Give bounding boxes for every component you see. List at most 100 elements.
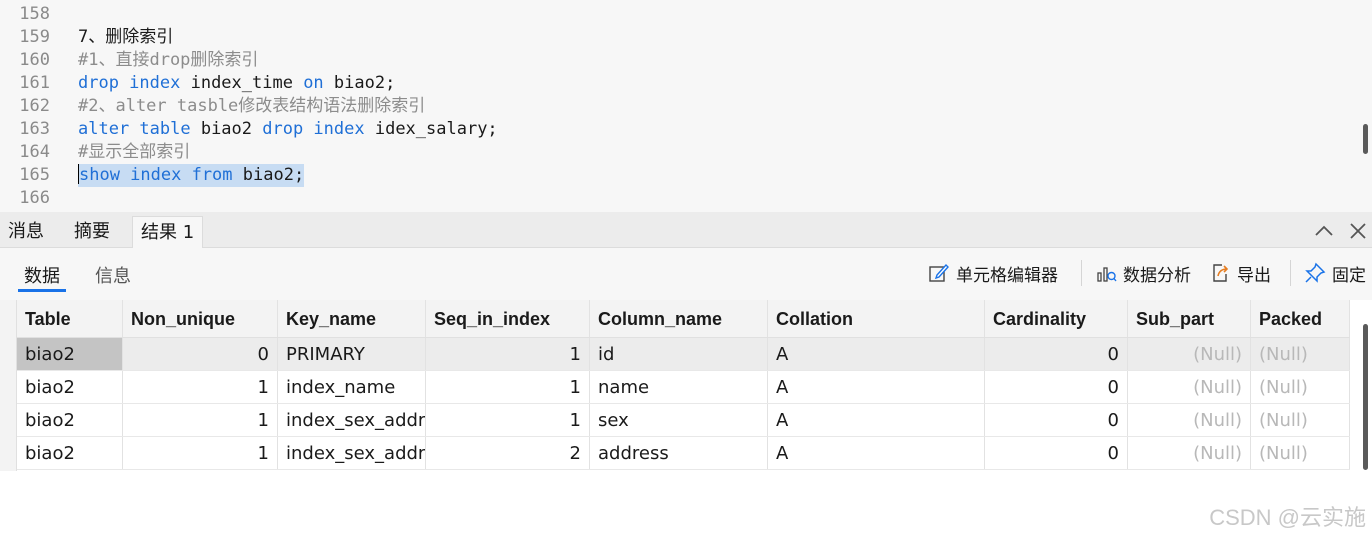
export-icon: [1213, 264, 1229, 282]
code-line[interactable]: 166: [0, 187, 1350, 210]
sql-text: biao2;: [232, 165, 305, 185]
cell-seq-in-index[interactable]: 1: [426, 371, 590, 403]
cell-packed[interactable]: (Null): [1251, 338, 1350, 370]
cell-column-name[interactable]: sex: [590, 404, 768, 436]
line-number: 163: [19, 119, 50, 139]
row-header-gutter: [0, 300, 17, 471]
line-number: 158: [19, 4, 50, 24]
data-analysis-button[interactable]: 数据分析: [1095, 260, 1191, 286]
analysis-chart-icon: [1097, 267, 1117, 282]
cell-non-unique[interactable]: 1: [123, 404, 278, 436]
column-header-column-name[interactable]: Column_name: [590, 300, 768, 337]
cell-key-name[interactable]: PRIMARY: [278, 338, 426, 370]
cell-sub-part[interactable]: (Null): [1128, 437, 1251, 469]
pin-button[interactable]: 固定: [1304, 260, 1366, 286]
cell-seq-in-index[interactable]: 1: [426, 338, 590, 370]
active-subtab-indicator: [18, 289, 66, 292]
export-button[interactable]: 导出: [1209, 260, 1271, 286]
code-text: #显示全部索引: [78, 141, 190, 164]
line-number: 160: [19, 50, 50, 70]
code-line[interactable]: 161 drop index index_time on biao2;: [0, 72, 1350, 95]
table-row[interactable]: biao2 1 index_sex_addr 2 address A 0 (Null) (Nul…: [17, 437, 1350, 470]
code-line[interactable]: 163 alter table biao2 drop index idex_sal…: [0, 118, 1350, 141]
code-line[interactable]: 164 #显示全部索引: [0, 141, 1350, 164]
column-header-collation[interactable]: Collation: [768, 300, 985, 337]
cell-packed[interactable]: (Null): [1251, 437, 1350, 469]
code-line[interactable]: 158: [0, 3, 1350, 26]
cell-non-unique[interactable]: 1: [123, 371, 278, 403]
sql-keyword: alter table: [78, 119, 191, 139]
tab-summary[interactable]: 摘要: [74, 216, 110, 248]
cell-collation[interactable]: A: [768, 404, 985, 436]
cell-key-name[interactable]: index_name: [278, 371, 426, 403]
code-text: 7、删除索引: [78, 26, 173, 49]
subtab-info[interactable]: 信息: [95, 262, 131, 288]
column-header-seq-in-index[interactable]: Seq_in_index: [426, 300, 590, 337]
cell-editor-button[interactable]: 单元格编辑器: [928, 260, 1058, 286]
cell-packed[interactable]: (Null): [1251, 371, 1350, 403]
tab-result-1[interactable]: 结果 1: [132, 216, 204, 248]
code-text: #2、alter tasble修改表结构语法删除索引: [78, 95, 425, 118]
cell-cardinality[interactable]: 0: [985, 371, 1128, 403]
sql-keyword: drop index: [78, 73, 181, 93]
cell-non-unique[interactable]: 0: [123, 338, 278, 370]
collapse-icon[interactable]: [1313, 220, 1335, 242]
cell-collation[interactable]: A: [768, 371, 985, 403]
sql-text: biao2: [190, 119, 263, 139]
sql-keyword: drop index: [262, 119, 365, 139]
cell-table[interactable]: biao2: [17, 371, 123, 403]
cell-collation[interactable]: A: [768, 437, 985, 469]
column-header-row: Table Non_unique Key_name Seq_in_index Colum…: [17, 300, 1350, 338]
selected-code-text: show index from biao2;: [78, 164, 305, 187]
cell-packed[interactable]: (Null): [1251, 404, 1350, 436]
code-line[interactable]: 159 7、删除索引: [0, 26, 1350, 49]
cell-column-name[interactable]: address: [590, 437, 768, 469]
cell-column-name[interactable]: name: [590, 371, 768, 403]
subtab-data[interactable]: 数据: [24, 262, 60, 288]
cell-sub-part[interactable]: (Null): [1128, 404, 1251, 436]
result-toolbar: 数据 信息 单元格编辑器 数据分析 导出 固定: [0, 248, 1372, 300]
cell-table[interactable]: biao2: [17, 437, 123, 469]
editor-scrollbar[interactable]: [1363, 124, 1368, 154]
cell-non-unique[interactable]: 1: [123, 437, 278, 469]
column-header-non-unique[interactable]: Non_unique: [123, 300, 278, 337]
cell-sub-part[interactable]: (Null): [1128, 371, 1251, 403]
column-header-key-name[interactable]: Key_name: [278, 300, 426, 337]
cell-seq-in-index[interactable]: 1: [426, 404, 590, 436]
cell-collation[interactable]: A: [768, 338, 985, 370]
code-text: #1、直接drop删除索引: [78, 49, 258, 72]
tab-messages[interactable]: 消息: [8, 216, 44, 248]
cell-cardinality[interactable]: 0: [985, 404, 1128, 436]
cell-key-name[interactable]: index_sex_addr: [278, 437, 426, 469]
cell-table[interactable]: biao2: [17, 404, 123, 436]
code-line[interactable]: 162 #2、alter tasble修改表结构语法删除索引: [0, 95, 1350, 118]
sql-comment: #1、直接drop删除索引: [78, 50, 259, 70]
cell-sub-part[interactable]: (Null): [1128, 338, 1251, 370]
code-line[interactable]: 160 #1、直接drop删除索引: [0, 49, 1350, 72]
column-header-packed[interactable]: Packed: [1251, 300, 1350, 337]
column-header-sub-part[interactable]: Sub_part: [1128, 300, 1251, 337]
line-number: 165: [19, 165, 50, 185]
cell-key-name[interactable]: index_sex_addr: [278, 404, 426, 436]
close-icon[interactable]: [1347, 220, 1369, 242]
pin-icon: [1305, 262, 1326, 283]
grid-scrollbar[interactable]: [1363, 324, 1368, 470]
sql-text: index_time: [180, 73, 304, 93]
table-row[interactable]: biao2 0 PRIMARY 1 id A 0 (Null) (Null): [17, 338, 1350, 371]
column-header-table[interactable]: Table: [17, 300, 123, 337]
cell-table[interactable]: biao2: [17, 338, 123, 370]
result-grid[interactable]: CSDN @云实施 Table Non_unique Key_name Seq_in_…: [0, 300, 1372, 540]
cell-seq-in-index[interactable]: 2: [426, 437, 590, 469]
code-line[interactable]: 165 show index from biao2;: [0, 164, 1350, 187]
column-header-cardinality[interactable]: Cardinality: [985, 300, 1128, 337]
cell-cardinality[interactable]: 0: [985, 338, 1128, 370]
table-row[interactable]: biao2 1 index_name 1 name A 0 (Null) (Null): [17, 371, 1350, 404]
sql-comment: #显示全部索引: [78, 142, 191, 162]
sql-keyword: on: [303, 73, 324, 93]
cell-column-name[interactable]: id: [590, 338, 768, 370]
line-number: 161: [19, 73, 50, 93]
sql-text: idex_salary;: [364, 119, 498, 139]
table-row[interactable]: biao2 1 index_sex_addr 1 sex A 0 (Null) (Null): [17, 404, 1350, 437]
cell-cardinality[interactable]: 0: [985, 437, 1128, 469]
sql-editor[interactable]: 158 159 7、删除索引 160 #1、直接drop删除索引 161 drop inde…: [0, 0, 1372, 212]
